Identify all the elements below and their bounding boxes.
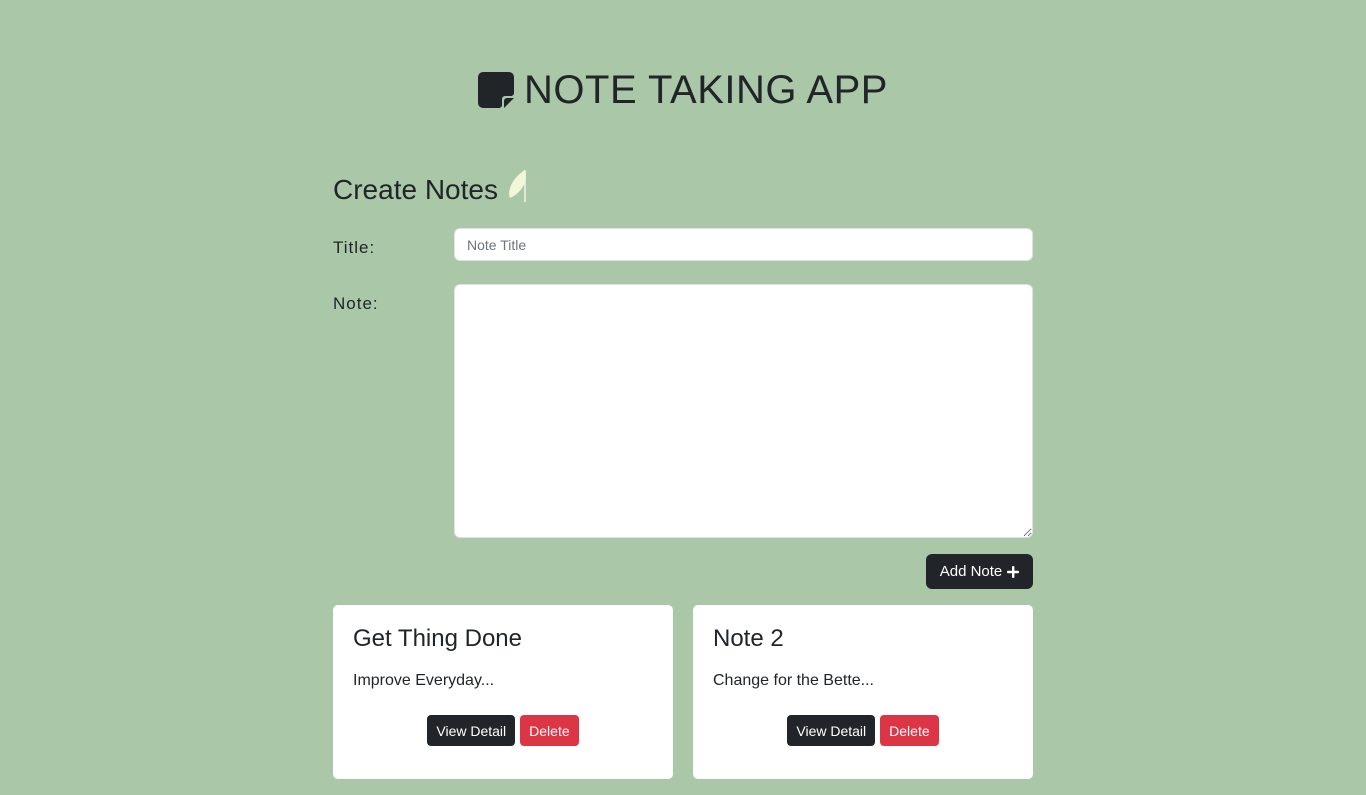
title-input[interactable] — [454, 228, 1033, 261]
delete-button[interactable]: Delete — [880, 715, 939, 746]
create-notes-heading: Create Notes — [333, 168, 528, 211]
plus-icon — [1007, 565, 1020, 578]
note-card-preview: Change for the Bette... — [713, 672, 874, 689]
note-card-title: Note 2 — [713, 625, 784, 652]
create-notes-title: Create Notes — [333, 173, 498, 205]
app-title: NOTE TAKING APP — [524, 68, 888, 112]
note-card-preview: Improve Everyday... — [353, 672, 495, 689]
feather-icon — [506, 168, 528, 211]
sticky-note-icon — [478, 72, 515, 108]
note-card: Note 2 Change for the Bette... View Deta… — [693, 605, 1033, 779]
note-card-title: Get Thing Done — [353, 625, 522, 652]
note-card: Get Thing Done Improve Everyday... View … — [333, 605, 673, 779]
note-card-actions: View Detail Delete — [713, 715, 1013, 746]
title-label: Title: — [333, 238, 376, 257]
add-note-label: Add Note — [939, 563, 1003, 580]
note-card-actions: View Detail Delete — [353, 715, 653, 746]
delete-button[interactable]: Delete — [520, 715, 579, 746]
add-note-button[interactable]: Add Note — [926, 554, 1033, 589]
view-detail-button[interactable]: View Detail — [787, 715, 876, 746]
note-textarea[interactable] — [454, 284, 1033, 538]
view-detail-button[interactable]: View Detail — [427, 715, 516, 746]
note-label: Note: — [333, 294, 379, 313]
app-header: NOTE TAKING APP — [0, 66, 1366, 114]
